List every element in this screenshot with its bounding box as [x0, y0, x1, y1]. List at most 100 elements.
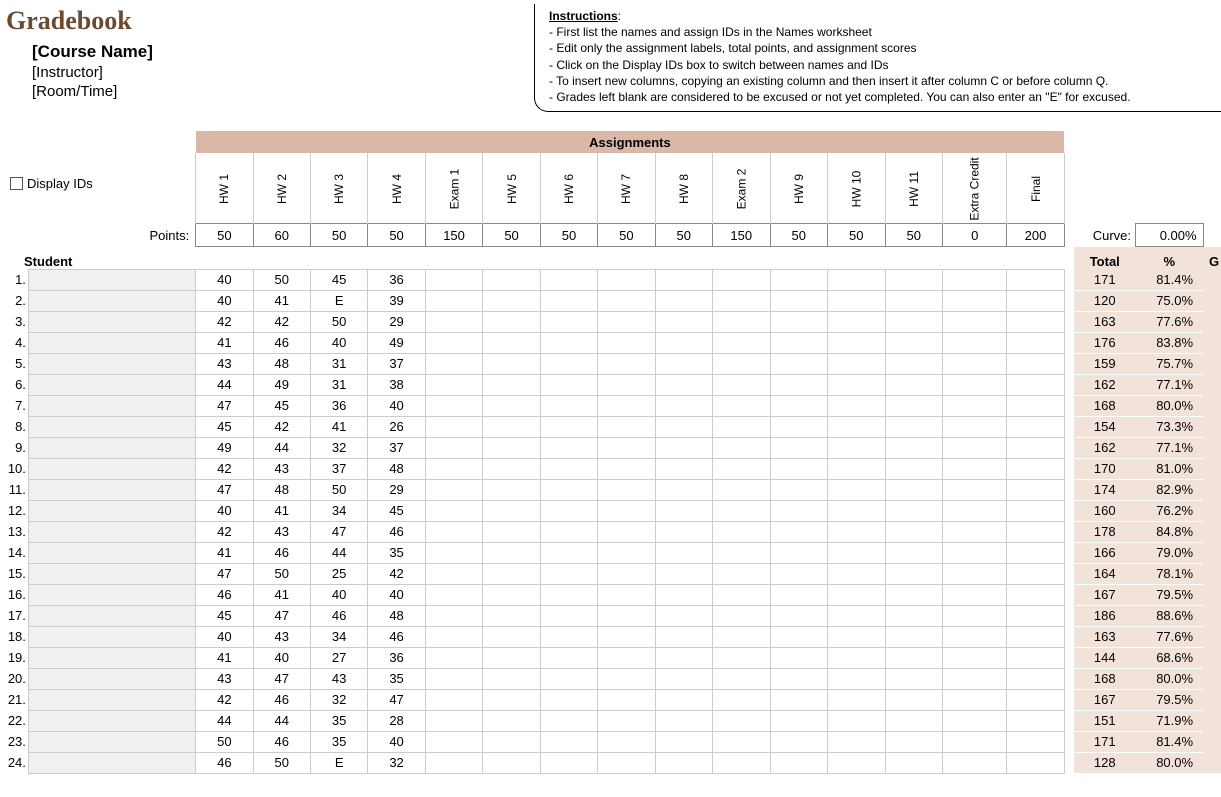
score-cell[interactable]: 41: [196, 332, 253, 353]
score-cell[interactable]: [1007, 731, 1064, 752]
score-cell[interactable]: [770, 458, 827, 479]
assignment-name[interactable]: HW 4: [368, 153, 425, 224]
score-cell[interactable]: [1007, 689, 1064, 710]
score-cell[interactable]: 49: [368, 332, 425, 353]
score-cell[interactable]: [885, 668, 943, 689]
score-cell[interactable]: [598, 416, 655, 437]
score-cell[interactable]: [1007, 458, 1064, 479]
score-cell[interactable]: 45: [196, 605, 253, 626]
score-cell[interactable]: 48: [253, 479, 310, 500]
instructor[interactable]: [Instructor]: [32, 64, 534, 81]
score-cell[interactable]: 42: [253, 416, 310, 437]
score-cell[interactable]: [483, 290, 540, 311]
score-cell[interactable]: 40: [310, 332, 367, 353]
score-cell[interactable]: [1007, 395, 1064, 416]
score-cell[interactable]: [598, 311, 655, 332]
score-cell[interactable]: [1007, 605, 1064, 626]
score-cell[interactable]: [712, 542, 770, 563]
score-cell[interactable]: [885, 416, 943, 437]
score-cell[interactable]: [540, 269, 597, 290]
score-cell[interactable]: [827, 479, 885, 500]
score-cell[interactable]: [885, 479, 943, 500]
score-cell[interactable]: [540, 395, 597, 416]
points-cell[interactable]: 50: [770, 224, 827, 247]
score-cell[interactable]: [655, 500, 712, 521]
score-cell[interactable]: 32: [368, 752, 425, 773]
score-cell[interactable]: [540, 416, 597, 437]
score-cell[interactable]: [712, 353, 770, 374]
assignment-name[interactable]: HW 10: [827, 153, 885, 224]
score-cell[interactable]: 25: [310, 563, 367, 584]
score-cell[interactable]: [827, 269, 885, 290]
score-cell[interactable]: [943, 458, 1007, 479]
score-cell[interactable]: 37: [310, 458, 367, 479]
score-cell[interactable]: [770, 521, 827, 542]
assignment-name[interactable]: HW 9: [770, 153, 827, 224]
score-cell[interactable]: 35: [310, 731, 367, 752]
score-cell[interactable]: [598, 542, 655, 563]
score-cell[interactable]: [885, 605, 943, 626]
score-cell[interactable]: [483, 479, 540, 500]
score-cell[interactable]: 47: [310, 521, 367, 542]
score-cell[interactable]: 46: [310, 605, 367, 626]
score-cell[interactable]: [770, 605, 827, 626]
score-cell[interactable]: 47: [368, 689, 425, 710]
score-cell[interactable]: 43: [310, 668, 367, 689]
points-cell[interactable]: 50: [196, 224, 253, 247]
student-name-cell[interactable]: [28, 437, 195, 458]
score-cell[interactable]: 41: [196, 647, 253, 668]
student-name-cell[interactable]: [28, 332, 195, 353]
score-cell[interactable]: [827, 668, 885, 689]
score-cell[interactable]: [885, 500, 943, 521]
score-cell[interactable]: [827, 731, 885, 752]
score-cell[interactable]: [483, 521, 540, 542]
score-cell[interactable]: [483, 395, 540, 416]
score-cell[interactable]: [943, 605, 1007, 626]
score-cell[interactable]: 42: [196, 689, 253, 710]
score-cell[interactable]: [712, 437, 770, 458]
score-cell[interactable]: [1007, 374, 1064, 395]
score-cell[interactable]: 35: [310, 710, 367, 731]
display-ids-toggle[interactable]: Display IDs: [10, 176, 93, 191]
student-name-cell[interactable]: [28, 353, 195, 374]
points-cell[interactable]: 150: [425, 224, 483, 247]
score-cell[interactable]: [540, 731, 597, 752]
student-name-cell[interactable]: [28, 458, 195, 479]
score-cell[interactable]: 47: [253, 605, 310, 626]
score-cell[interactable]: [598, 563, 655, 584]
score-cell[interactable]: [712, 269, 770, 290]
score-cell[interactable]: [827, 416, 885, 437]
score-cell[interactable]: [655, 290, 712, 311]
score-cell[interactable]: [1007, 710, 1064, 731]
score-cell[interactable]: [885, 332, 943, 353]
score-cell[interactable]: [425, 500, 483, 521]
score-cell[interactable]: 36: [310, 395, 367, 416]
score-cell[interactable]: [655, 710, 712, 731]
score-cell[interactable]: [827, 332, 885, 353]
score-cell[interactable]: [483, 332, 540, 353]
score-cell[interactable]: [1007, 437, 1064, 458]
score-cell[interactable]: [827, 752, 885, 773]
score-cell[interactable]: [483, 668, 540, 689]
score-cell[interactable]: [770, 752, 827, 773]
points-cell[interactable]: 0: [943, 224, 1007, 247]
score-cell[interactable]: [712, 479, 770, 500]
student-name-cell[interactable]: [28, 542, 195, 563]
score-cell[interactable]: [425, 416, 483, 437]
score-cell[interactable]: [483, 437, 540, 458]
score-cell[interactable]: 50: [253, 269, 310, 290]
score-cell[interactable]: [483, 374, 540, 395]
score-cell[interactable]: [425, 290, 483, 311]
score-cell[interactable]: 46: [196, 584, 253, 605]
score-cell[interactable]: [483, 752, 540, 773]
score-cell[interactable]: [712, 395, 770, 416]
score-cell[interactable]: [770, 563, 827, 584]
score-cell[interactable]: [598, 437, 655, 458]
score-cell[interactable]: [770, 290, 827, 311]
student-name-cell[interactable]: [28, 605, 195, 626]
score-cell[interactable]: [483, 626, 540, 647]
score-cell[interactable]: [598, 521, 655, 542]
score-cell[interactable]: [425, 752, 483, 773]
score-cell[interactable]: [885, 458, 943, 479]
score-cell[interactable]: 50: [310, 311, 367, 332]
